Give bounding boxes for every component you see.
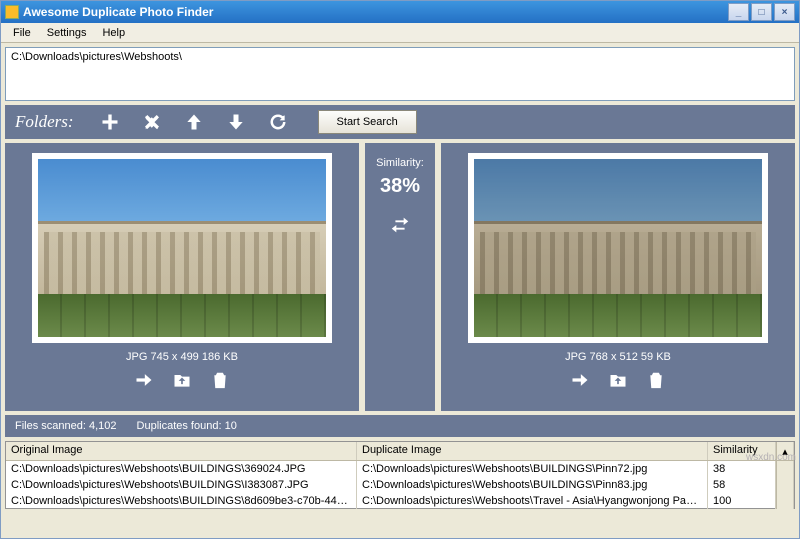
table-row[interactable]: C:\Downloads\pictures\Webshoots\BUILDING… — [6, 477, 794, 493]
original-image-info: JPG 745 x 499 186 KB — [126, 351, 238, 363]
original-open-button[interactable] — [132, 369, 156, 391]
title-bar: Awesome Duplicate Photo Finder _ □ × — [1, 1, 799, 23]
similarity-panel: Similarity: 38% — [365, 143, 435, 411]
window-title: Awesome Duplicate Photo Finder — [23, 5, 213, 19]
table-row[interactable]: C:\Downloads\pictures\Webshoots\BUILDING… — [6, 461, 794, 477]
original-delete-button[interactable] — [208, 369, 232, 391]
menu-help[interactable]: Help — [94, 25, 133, 41]
cell-original: C:\Downloads\pictures\Webshoots\BUILDING… — [6, 493, 357, 509]
cell-similarity: 58 — [708, 477, 776, 493]
arrow-down-icon — [226, 112, 246, 132]
move-up-button[interactable] — [182, 110, 206, 134]
cell-duplicate: C:\Downloads\pictures\Webshoots\BUILDING… — [357, 461, 708, 477]
original-actions — [132, 369, 232, 391]
add-folder-button[interactable] — [98, 110, 122, 134]
cell-original: C:\Downloads\pictures\Webshoots\BUILDING… — [6, 461, 357, 477]
grid-scrollbar[interactable]: ▴ — [776, 442, 794, 460]
duplicate-image-frame — [468, 153, 768, 343]
stats-bar: Files scanned: 4,102 Duplicates found: 1… — [5, 415, 795, 437]
duplicate-image[interactable] — [474, 159, 762, 337]
col-similarity-header[interactable]: Similarity — [708, 442, 776, 460]
table-row[interactable]: C:\Downloads\pictures\Webshoots\BUILDING… — [6, 493, 794, 509]
duplicate-actions — [568, 369, 668, 391]
cell-original: C:\Downloads\pictures\Webshoots\BUILDING… — [6, 477, 357, 493]
folders-toolbar: Folders: Start Search — [5, 105, 795, 139]
folder-path-item[interactable]: C:\Downloads\pictures\Webshoots\ — [11, 51, 789, 63]
close-button[interactable]: × — [774, 3, 795, 21]
folders-label: Folders: — [15, 112, 74, 132]
original-move-button[interactable] — [170, 369, 194, 391]
swap-icon — [389, 214, 411, 236]
cell-similarity: 38 — [708, 461, 776, 477]
minimize-button[interactable]: _ — [728, 3, 749, 21]
move-down-button[interactable] — [224, 110, 248, 134]
folder-list[interactable]: C:\Downloads\pictures\Webshoots\ — [5, 47, 795, 101]
trash-icon — [210, 370, 230, 390]
original-image[interactable] — [38, 159, 326, 337]
files-scanned: Files scanned: 4,102 — [15, 420, 117, 432]
duplicate-image-info: JPG 768 x 512 59 KB — [565, 351, 671, 363]
original-panel: JPG 745 x 499 186 KB — [5, 143, 359, 411]
refresh-folders-button[interactable] — [266, 110, 290, 134]
scroll-up-icon: ▴ — [782, 445, 788, 458]
comparison-area: JPG 745 x 499 186 KB Similarity: 38% JPG… — [5, 143, 795, 411]
remove-folder-button[interactable] — [140, 110, 164, 134]
menu-settings[interactable]: Settings — [39, 25, 95, 41]
start-search-button[interactable]: Start Search — [318, 110, 417, 134]
duplicate-panel: JPG 768 x 512 59 KB — [441, 143, 795, 411]
duplicate-open-button[interactable] — [568, 369, 592, 391]
folder-up-icon — [608, 370, 628, 390]
maximize-button[interactable]: □ — [751, 3, 772, 21]
similarity-value: 38% — [380, 175, 420, 198]
folder-up-icon — [172, 370, 192, 390]
duplicate-delete-button[interactable] — [644, 369, 668, 391]
arrow-right-icon — [134, 370, 154, 390]
cross-icon — [142, 112, 162, 132]
app-icon — [5, 5, 19, 19]
similarity-label: Similarity: — [376, 157, 424, 169]
trash-icon — [646, 370, 666, 390]
arrow-right-icon — [570, 370, 590, 390]
grid-header: Original Image Duplicate Image Similarit… — [6, 442, 794, 461]
duplicate-move-button[interactable] — [606, 369, 630, 391]
cell-duplicate: C:\Downloads\pictures\Webshoots\BUILDING… — [357, 477, 708, 493]
menu-bar: File Settings Help — [1, 23, 799, 43]
cell-similarity: 100 — [708, 493, 776, 509]
menu-file[interactable]: File — [5, 25, 39, 41]
plus-icon — [100, 112, 120, 132]
col-duplicate-header[interactable]: Duplicate Image — [357, 442, 708, 460]
duplicates-found: Duplicates found: 10 — [137, 420, 237, 432]
col-original-header[interactable]: Original Image — [6, 442, 357, 460]
cell-duplicate: C:\Downloads\pictures\Webshoots\Travel -… — [357, 493, 708, 509]
refresh-icon — [268, 112, 288, 132]
original-image-frame — [32, 153, 332, 343]
results-grid: Original Image Duplicate Image Similarit… — [5, 441, 795, 509]
arrow-up-icon — [184, 112, 204, 132]
swap-button[interactable] — [389, 214, 411, 239]
